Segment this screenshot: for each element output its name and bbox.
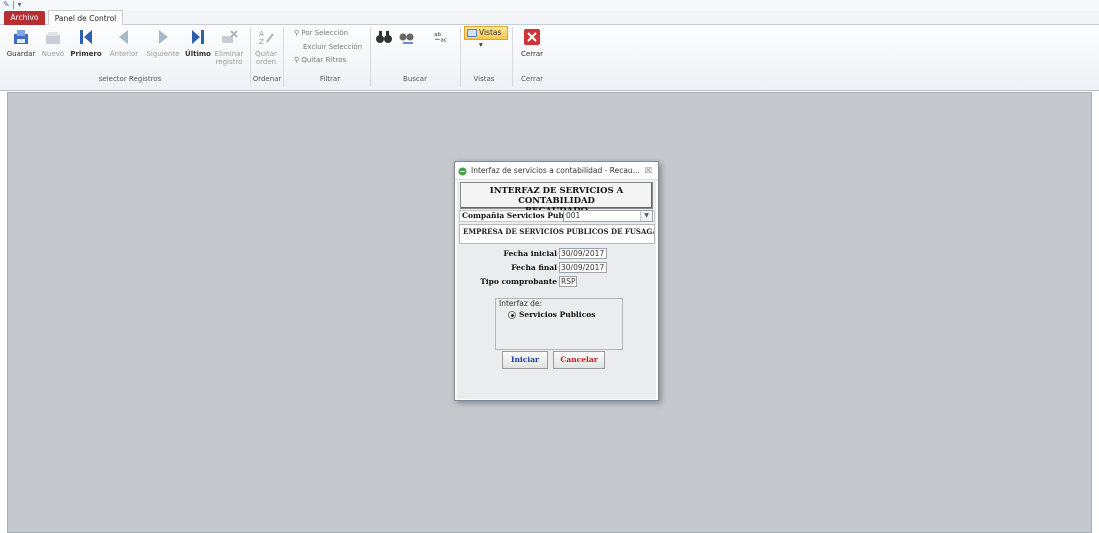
binoculars-icon	[376, 31, 392, 43]
primero-button[interactable]: Primero	[68, 28, 104, 58]
quick-access-toolbar[interactable]: ✎ | ▾	[3, 0, 22, 9]
vistas-button[interactable]: Vistas ▾	[464, 26, 508, 49]
eliminar-label-2: registro	[215, 58, 243, 66]
group-label-filtrar: Filtrar	[319, 75, 341, 83]
nuevo-button[interactable]: Nuevo	[38, 28, 68, 58]
eliminar-registro-button[interactable]: Eliminar registro	[214, 28, 244, 66]
sort-clear-icon: AZ	[259, 30, 274, 46]
ribbon-separator	[370, 27, 371, 87]
quitar-filtros-button[interactable]: ⚲ Quitar Filtros	[294, 56, 346, 64]
group-label-ordenar: Ordenar	[252, 75, 282, 83]
cerrar-button[interactable]: Cerrar	[518, 28, 546, 58]
ultimo-button[interactable]: Último	[183, 28, 213, 58]
siguiente-label: Siguiente	[146, 50, 180, 58]
excluir-seleccion-button[interactable]: Excluir Selección	[303, 43, 362, 51]
chevron-down-icon: ▾	[479, 40, 483, 49]
dialog-body: INTERFAZ DE SERVICIOS A CONTABILIDAD REC…	[457, 181, 656, 399]
chevron-down-icon[interactable]: ▼	[640, 211, 652, 221]
fecha-inicial-label: Fecha inicial	[503, 249, 557, 258]
svg-text:A: A	[259, 30, 264, 38]
anterior-label: Anterior	[109, 50, 139, 58]
dialog-title-bar[interactable]: Interfaz de servicios a contabilidad - R…	[455, 162, 658, 180]
interfaz-dialog: Interfaz de servicios a contabilidad - R…	[454, 161, 659, 401]
tipo-comprobante-input[interactable]: RSP	[559, 276, 577, 287]
quitar-label-2: orden	[255, 58, 277, 66]
ir-a-button[interactable]	[396, 28, 418, 50]
quitar-label-1: Quitar	[255, 50, 277, 58]
fecha-final-label: Fecha final	[511, 263, 557, 272]
tab-panel-de-control[interactable]: Panel de Control	[48, 10, 123, 26]
quitar-orden-button[interactable]: AZ Quitar orden	[253, 28, 279, 66]
cerrar-label: Cerrar	[521, 50, 543, 58]
new-record-icon	[46, 32, 60, 44]
save-icon	[14, 30, 28, 44]
ribbon-tab-row	[0, 11, 1099, 25]
eliminar-label-1: Eliminar	[214, 50, 244, 58]
anterior-button[interactable]: Anterior	[105, 28, 143, 58]
ribbon: Guardar Nuevo Primero Anterior Siguiente…	[0, 25, 1099, 91]
nuevo-label: Nuevo	[41, 50, 65, 58]
fecha-final-input[interactable]: 30/09/2017	[559, 262, 607, 273]
quitar-filtros-label: Quitar Filtros	[301, 56, 347, 64]
group-label-vistas: Vistas	[473, 75, 495, 83]
first-record-icon	[80, 30, 92, 44]
next-record-icon	[159, 30, 168, 44]
vistas-label: Vistas	[479, 28, 502, 37]
por-seleccion-label: Por Selección	[301, 29, 349, 37]
ribbon-separator	[283, 27, 284, 87]
por-seleccion-button[interactable]: ⚲ Por Selección	[294, 29, 348, 37]
tipo-comprobante-label: Tipo comprobante	[480, 277, 557, 286]
group-label-selector: selector Registros	[98, 75, 162, 83]
group-label-cerrar: Cerrar	[521, 75, 543, 83]
cancelar-button[interactable]: Cancelar	[553, 351, 605, 369]
interfaz-option-group: Interfaz de: Servicios Publicos	[495, 298, 623, 350]
delete-record-icon	[222, 30, 238, 43]
view-icon	[467, 29, 477, 37]
servicios-publicos-radio[interactable]	[508, 311, 516, 319]
guardar-label: Guardar	[6, 50, 36, 58]
compania-value: 001	[566, 211, 581, 220]
svg-text:Z: Z	[259, 38, 264, 46]
reemplazar-button[interactable]: ab ac	[429, 28, 455, 50]
tab-archivo[interactable]: Archivo	[4, 11, 45, 25]
ribbon-separator	[460, 27, 461, 87]
empresa-nombre: EMPRESA DE SERVICIOS PUBLICOS DE FUSAGAS…	[459, 224, 655, 244]
dialog-header: INTERFAZ DE SERVICIOS A CONTABILIDAD REC…	[460, 182, 653, 216]
fecha-inicial-input[interactable]: 30/09/2017	[559, 248, 607, 259]
primero-label: Primero	[70, 50, 102, 58]
title-bar: ✎ | ▾	[0, 0, 1099, 11]
dialog-title: Interfaz de servicios a contabilidad - R…	[471, 166, 640, 175]
close-icon	[524, 29, 540, 45]
group-label-buscar: Buscar	[403, 75, 427, 83]
ribbon-separator	[512, 27, 513, 87]
servicios-publicos-label[interactable]: Servicios Publicos	[519, 310, 595, 319]
replace-icon: abac	[434, 32, 446, 44]
app-icon	[458, 167, 467, 176]
svg-text:ac: ac	[440, 38, 446, 44]
buscar-button[interactable]	[374, 28, 394, 50]
guardar-button[interactable]: Guardar	[5, 28, 37, 58]
binoculars-goto-icon	[399, 33, 414, 44]
last-record-icon	[192, 30, 204, 44]
header-line-1: INTERFAZ DE SERVICIOS A CONTABILIDAD	[489, 186, 624, 206]
previous-record-icon	[119, 30, 128, 44]
ultimo-label: Último	[185, 50, 211, 58]
siguiente-button[interactable]: Siguiente	[143, 28, 183, 58]
iniciar-button[interactable]: Iniciar	[502, 351, 548, 369]
dialog-close-icon[interactable]: ☒	[645, 162, 652, 179]
interfaz-group-title: Interfaz de:	[499, 299, 543, 308]
